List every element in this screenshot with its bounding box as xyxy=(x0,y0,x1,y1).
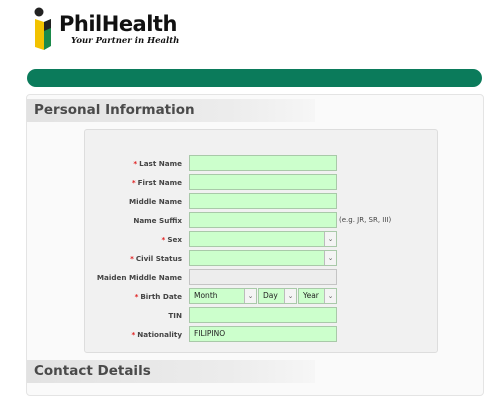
first-name-label: * First Name xyxy=(131,178,182,187)
chevron-down-icon[interactable]: ⌄ xyxy=(324,232,336,246)
section-personal-information: Personal Information xyxy=(27,99,315,122)
birth-month-select[interactable]: Month ⌄ xyxy=(189,288,257,304)
row-birth-date: * Birth Date Month ⌄ Day ⌄ Year ⌄ xyxy=(0,288,500,306)
first-name-input[interactable] xyxy=(189,174,337,190)
middle-name-label: Middle Name xyxy=(129,197,182,206)
chevron-down-icon[interactable]: ⌄ xyxy=(244,289,256,303)
row-last-name: * Last Name xyxy=(0,155,500,173)
maiden-middle-name-label: Maiden Middle Name xyxy=(96,273,182,282)
chevron-down-icon[interactable]: ⌄ xyxy=(324,251,336,265)
chevron-down-icon[interactable]: ⌄ xyxy=(324,289,336,303)
tin-input[interactable] xyxy=(189,307,337,323)
brand-name: PhilHealth xyxy=(59,12,177,36)
name-suffix-label: Name Suffix xyxy=(133,216,182,225)
birth-day-value: Day xyxy=(263,291,278,300)
chevron-down-icon[interactable]: ⌄ xyxy=(284,289,296,303)
birth-day-select[interactable]: Day ⌄ xyxy=(258,288,297,304)
row-middle-name: Middle Name xyxy=(0,193,500,211)
maiden-middle-name-input[interactable] xyxy=(189,269,337,285)
section-contact-details: Contact Details xyxy=(27,360,315,383)
row-maiden-middle-name: Maiden Middle Name xyxy=(0,269,500,287)
philhealth-logo-icon xyxy=(34,7,51,50)
last-name-input[interactable] xyxy=(189,155,337,171)
nationality-label: * Nationality xyxy=(131,330,182,339)
philhealth-logo: PhilHealth Your Partner in Health xyxy=(33,6,179,56)
row-first-name: * First Name xyxy=(0,174,500,192)
civil-status-label: * Civil Status xyxy=(130,254,182,263)
name-suffix-hint: (e.g. JR, SR, III) xyxy=(339,216,392,224)
civil-status-select[interactable]: ⌄ xyxy=(189,250,337,266)
sex-select[interactable]: ⌄ xyxy=(189,231,337,247)
last-name-label: * Last Name xyxy=(133,159,182,168)
row-sex: * Sex ⌄ xyxy=(0,231,500,249)
birth-year-select[interactable]: Year ⌄ xyxy=(298,288,337,304)
birth-year-value: Year xyxy=(303,291,319,300)
name-suffix-input[interactable] xyxy=(189,212,337,228)
birth-month-value: Month xyxy=(194,291,218,300)
header-bar xyxy=(27,69,482,87)
tin-label: TIN xyxy=(168,311,182,320)
row-tin: TIN xyxy=(0,307,500,325)
middle-name-input[interactable] xyxy=(189,193,337,209)
row-civil-status: * Civil Status ⌄ xyxy=(0,250,500,268)
row-nationality: * Nationality FILIPINO xyxy=(0,326,500,344)
row-name-suffix: Name Suffix (e.g. JR, SR, III) xyxy=(0,212,500,230)
nationality-input[interactable]: FILIPINO xyxy=(189,326,337,342)
sex-label: * Sex xyxy=(161,235,182,244)
brand-tagline: Your Partner in Health xyxy=(71,36,180,46)
birth-date-label: * Birth Date xyxy=(134,292,182,301)
